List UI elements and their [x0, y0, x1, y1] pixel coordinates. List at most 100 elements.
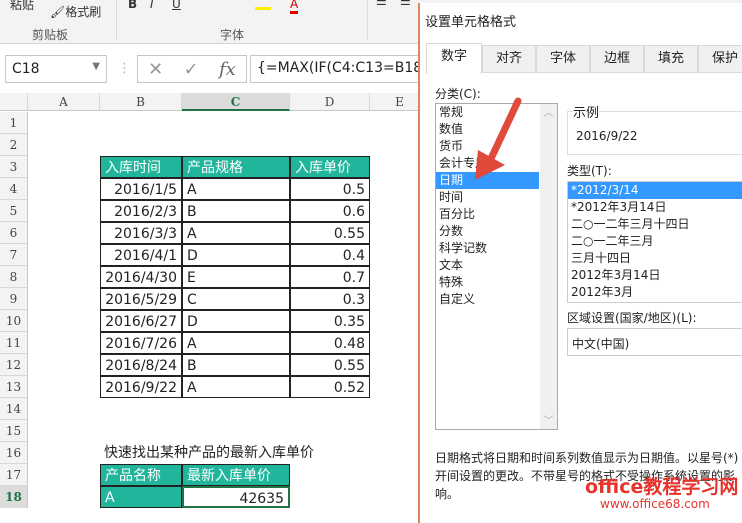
table-cell[interactable]: 2016/3/3: [100, 222, 182, 244]
row-header[interactable]: 3: [0, 156, 28, 178]
row-header[interactable]: 9: [0, 288, 28, 310]
row-header[interactable]: 12: [0, 354, 28, 376]
tab-fill[interactable]: 填充: [644, 45, 698, 73]
row-header[interactable]: 7: [0, 244, 28, 266]
tab-protection[interactable]: 保护: [698, 45, 742, 73]
italic-button[interactable]: I: [150, 0, 154, 11]
row-header[interactable]: 15: [0, 420, 28, 442]
table-cell[interactable]: 2016/6/27: [100, 310, 182, 332]
column-header-b[interactable]: B: [100, 93, 182, 111]
underline-button[interactable]: U: [172, 0, 181, 11]
select-all-corner[interactable]: [0, 93, 28, 111]
table-cell[interactable]: 0.55: [290, 222, 370, 244]
type-item[interactable]: 2012年3月14日: [568, 267, 742, 284]
table-cell[interactable]: A: [182, 222, 290, 244]
row-header[interactable]: 13: [0, 376, 28, 398]
table-cell[interactable]: 2016/4/1: [100, 244, 182, 266]
tab-number[interactable]: 数字: [426, 43, 482, 74]
table-cell[interactable]: 0.7: [290, 266, 370, 288]
locale-select[interactable]: 中文(中国): [567, 328, 742, 356]
table-cell[interactable]: 0.6: [290, 200, 370, 222]
table-cell[interactable]: 0.5: [290, 178, 370, 200]
row-header[interactable]: 5: [0, 200, 28, 222]
row-header[interactable]: 18: [0, 486, 28, 508]
name-box[interactable]: C18 ▼: [5, 55, 107, 83]
category-item[interactable]: 文本: [436, 257, 539, 274]
table-cell[interactable]: 2016/8/24: [100, 354, 182, 376]
chevron-down-icon[interactable]: ▼: [92, 61, 100, 72]
type-list[interactable]: *2012/3/14 *2012年3月14日 二○一二年三月十四日 二○一二年三月 三月…: [567, 181, 742, 303]
table-cell[interactable]: A: [182, 178, 290, 200]
scroll-down-icon[interactable]: ﹀: [540, 412, 557, 427]
column-header-a[interactable]: A: [28, 93, 100, 111]
row-header[interactable]: 17: [0, 464, 28, 486]
table-header-cell[interactable]: 产品规格: [182, 156, 290, 178]
bold-button[interactable]: B: [128, 0, 137, 11]
table-cell[interactable]: 0.4: [290, 244, 370, 266]
table-cell[interactable]: B: [182, 354, 290, 376]
insert-function-icon[interactable]: fx: [219, 59, 236, 80]
category-item[interactable]: 科学记数: [436, 240, 539, 257]
table-cell[interactable]: D: [182, 310, 290, 332]
table-cell[interactable]: 0.55: [290, 354, 370, 376]
table-cell[interactable]: C: [182, 288, 290, 310]
lookup-caption[interactable]: 快速找出某种产品的最新入库单价: [100, 442, 360, 464]
table-cell[interactable]: 2016/9/22: [100, 376, 182, 398]
row-header[interactable]: 4: [0, 178, 28, 200]
fill-color-icon[interactable]: [255, 0, 271, 10]
type-item[interactable]: *2012/3/14: [568, 182, 742, 199]
cancel-icon[interactable]: ✕: [148, 59, 163, 80]
row-header[interactable]: 6: [0, 222, 28, 244]
type-item[interactable]: 2012年3月: [568, 284, 742, 301]
category-item[interactable]: 时间: [436, 189, 539, 206]
table-cell[interactable]: E: [182, 266, 290, 288]
type-item[interactable]: 二○一二年三月十四日: [568, 216, 742, 233]
scroll-up-icon[interactable]: ︿: [540, 104, 557, 119]
table-header-cell[interactable]: 入库单价: [290, 156, 370, 178]
table-cell[interactable]: B: [182, 200, 290, 222]
table-header-cell[interactable]: 入库时间: [100, 156, 182, 178]
lookup-header-cell[interactable]: 产品名称: [100, 464, 182, 486]
category-item[interactable]: 自定义: [436, 291, 539, 308]
table-cell[interactable]: 2016/7/26: [100, 332, 182, 354]
tab-border[interactable]: 边框: [590, 45, 644, 73]
row-header[interactable]: 1: [0, 112, 28, 134]
row-header[interactable]: 2: [0, 134, 28, 156]
lookup-name-cell[interactable]: A: [100, 486, 182, 508]
lookup-header-cell[interactable]: 最新入库单价: [182, 464, 290, 486]
enter-icon[interactable]: ✓: [184, 59, 199, 80]
type-item[interactable]: *2012年3月14日: [568, 199, 742, 216]
table-cell[interactable]: A: [182, 332, 290, 354]
table-cell[interactable]: 0.35: [290, 310, 370, 332]
column-header-d[interactable]: D: [290, 93, 370, 111]
category-item[interactable]: 分数: [436, 223, 539, 240]
tab-alignment[interactable]: 对齐: [482, 45, 536, 73]
table-cell[interactable]: 2016/2/3: [100, 200, 182, 222]
table-cell[interactable]: 2016/5/29: [100, 288, 182, 310]
table-cell[interactable]: 2016/4/30: [100, 266, 182, 288]
row-header[interactable]: 8: [0, 266, 28, 288]
table-cell[interactable]: D: [182, 244, 290, 266]
row-header[interactable]: 14: [0, 398, 28, 420]
table-cell[interactable]: 0.48: [290, 332, 370, 354]
align-center-icon[interactable]: ☰: [400, 0, 411, 8]
table-cell[interactable]: 0.3: [290, 288, 370, 310]
category-item[interactable]: 百分比: [436, 206, 539, 223]
type-item[interactable]: 二○一二年三月: [568, 233, 742, 250]
drag-handle-icon[interactable]: ⋮: [118, 61, 131, 76]
category-item[interactable]: 特殊: [436, 274, 539, 291]
lookup-value-cell[interactable]: 42635: [182, 486, 290, 508]
table-cell[interactable]: 0.52: [290, 376, 370, 398]
row-header[interactable]: 10: [0, 310, 28, 332]
table-cell[interactable]: A: [182, 376, 290, 398]
row-header[interactable]: 11: [0, 332, 28, 354]
type-item[interactable]: 三月十四日: [568, 250, 742, 267]
category-scrollbar[interactable]: ︿ ﹀: [540, 104, 557, 429]
paste-button[interactable]: 粘贴: [10, 0, 34, 13]
font-color-button[interactable]: A: [290, 0, 299, 14]
row-header[interactable]: 16: [0, 442, 28, 464]
format-painter-button[interactable]: 🖌格式刷: [50, 3, 101, 20]
tab-font[interactable]: 字体: [536, 45, 590, 73]
align-left-icon[interactable]: ☰: [376, 0, 387, 8]
table-cell[interactable]: 2016/1/5: [100, 178, 182, 200]
